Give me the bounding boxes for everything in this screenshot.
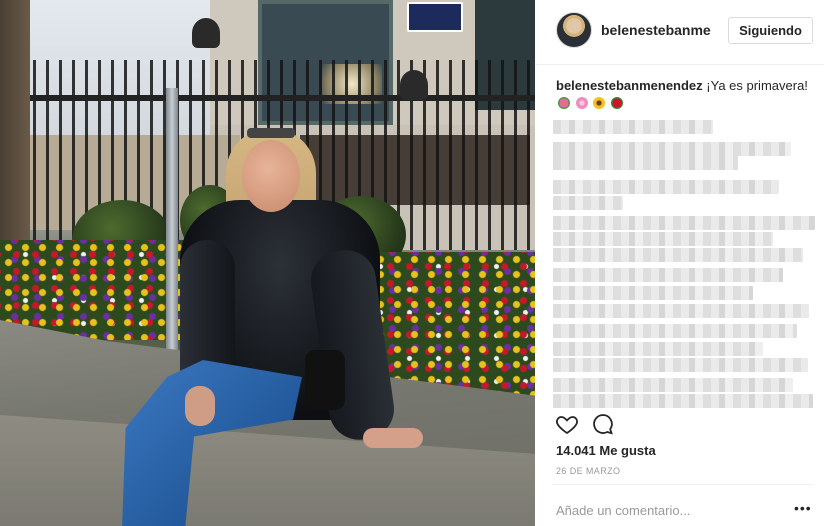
blurred-comment (553, 324, 797, 338)
caption-username[interactable]: belenestebanmenendez (556, 78, 703, 93)
blurred-comment (553, 358, 808, 372)
rose-icon (610, 97, 623, 110)
tulip-icon (558, 97, 570, 110)
blurred-comment (553, 216, 815, 230)
heart-icon[interactable] (555, 412, 579, 436)
following-button[interactable]: Siguiendo (728, 17, 813, 44)
blurred-comment (553, 120, 713, 134)
woman-bag (305, 350, 345, 410)
blurred-comment (553, 156, 738, 170)
likes-count[interactable]: 14.041 Me gusta (556, 443, 656, 458)
comment-icon[interactable] (591, 412, 615, 436)
blurred-comment (553, 286, 753, 300)
post-header: belenestebanmenendez Siguiendo (535, 0, 824, 65)
blurred-comment (553, 394, 813, 408)
caption-text: ¡Ya es primavera! (706, 78, 808, 93)
comment-input[interactable] (556, 502, 776, 518)
blurred-comment (553, 180, 779, 194)
blurred-comment (553, 232, 773, 246)
blurred-comment (553, 248, 803, 262)
divider (553, 484, 813, 485)
photo-pole (166, 88, 178, 358)
blurred-comment (553, 142, 791, 156)
caption-emojis (556, 95, 623, 112)
photo-lamp (192, 18, 220, 48)
header-username[interactable]: belenestebanmenendez (601, 22, 711, 38)
photo-tree (0, 0, 30, 260)
blossom-icon (575, 97, 588, 110)
photo-lamp (400, 70, 428, 100)
woman-face (242, 140, 300, 212)
post-photo[interactable] (0, 0, 535, 526)
post-caption: belenestebanmenendez ¡Ya es primavera! (556, 77, 811, 112)
sunflower-icon (593, 97, 606, 110)
blurred-comment (553, 378, 793, 392)
photo-street-sign (407, 2, 463, 32)
blurred-comment (553, 196, 623, 210)
blurred-comment (553, 268, 783, 282)
post-date[interactable]: 26 DE MARZO (556, 466, 620, 476)
blurred-comment (553, 304, 809, 318)
blurred-comment (553, 342, 763, 356)
sunglasses (247, 128, 295, 138)
avatar[interactable] (556, 12, 592, 48)
more-options-button[interactable]: ••• (794, 500, 812, 516)
post-sidebar: belenestebanmenendez Siguiendo beleneste… (535, 0, 824, 526)
post-actions (555, 412, 815, 438)
photo-flowerbed (0, 240, 185, 340)
